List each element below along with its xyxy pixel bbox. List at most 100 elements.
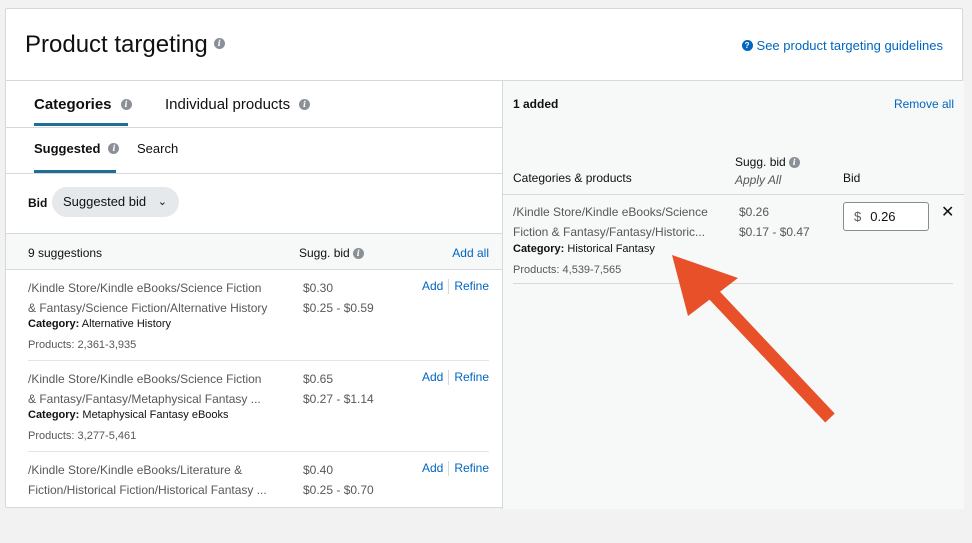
product-count: Products: 3,277-5,461	[28, 430, 137, 442]
sugg-bid-header: Sugg. bid i	[299, 246, 364, 260]
suggested-bid-value: $0.65	[303, 372, 334, 386]
suggested-bid-value: $0.40	[303, 463, 334, 477]
divider	[448, 461, 450, 477]
column-sugg-bid-text: Sugg. bid	[735, 155, 786, 169]
subtab-suggested[interactable]: Suggested i	[34, 141, 120, 156]
category-path-line: Fiction/Historical Fiction/Historical Fa…	[28, 483, 267, 497]
divider	[448, 370, 450, 386]
column-categories-products: Categories & products	[513, 171, 632, 185]
add-all-button[interactable]: Add all	[452, 246, 489, 260]
subtab-search[interactable]: Search	[137, 141, 178, 156]
product-targeting-panel: Product targeting i ? See product targetin…	[5, 8, 964, 509]
sugg-bid-header-text: Sugg. bid	[299, 246, 350, 260]
suggested-bid: $0.40 $0.25 - $0.70	[303, 460, 374, 500]
category-path-line: /Kindle Store/Kindle eBooks/Literature &	[28, 463, 243, 477]
tab-individual-products[interactable]: Individual products i	[165, 96, 311, 113]
active-subtab-indicator	[34, 170, 116, 173]
suggested-bid: $0.30 $0.25 - $0.59	[303, 278, 374, 318]
info-icon[interactable]: i	[299, 98, 311, 110]
info-icon[interactable]: i	[120, 98, 132, 110]
suggestions-header: 9 suggestions Sugg. bid i Add all	[6, 234, 502, 270]
suggestions-list: /Kindle Store/Kindle eBooks/Science Fict…	[6, 270, 502, 543]
category-prefix: Category:	[28, 318, 80, 330]
category-value: Historical Fantasy	[567, 243, 655, 255]
category-path: /Kindle Store/Kindle eBooks/Literature &…	[28, 460, 288, 500]
divider	[448, 279, 450, 295]
category-path-line: /Kindle Store/Kindle eBooks/Science	[513, 205, 708, 219]
guidelines-link-text: See product targeting guidelines	[756, 38, 943, 53]
subtab-suggested-label: Suggested	[34, 141, 101, 156]
category-name: Category: Historical Fantasy	[513, 243, 655, 255]
category-prefix: Category:	[28, 409, 80, 421]
category-path: /Kindle Store/Kindle eBooks/Science Fict…	[28, 369, 288, 409]
currency-symbol: $	[854, 209, 862, 224]
targeting-tabs: Categories i Individual products i	[6, 81, 502, 128]
suggestions-pane: Categories i Individual products i Suggest…	[6, 81, 503, 509]
list-item: /Kindle Store/Kindle eBooks/Literature &…	[28, 452, 489, 543]
product-count: Products: 2,361-3,935	[28, 339, 137, 351]
suggested-bid-range: $0.25 - $0.70	[303, 483, 374, 497]
chevron-down-icon: ⌄	[157, 196, 167, 208]
tab-individual-products-label: Individual products	[165, 96, 291, 113]
info-icon[interactable]: i	[352, 248, 364, 260]
tab-categories[interactable]: Categories i	[34, 96, 132, 113]
list-item: /Kindle Store/Kindle eBooks/Science Fict…	[28, 361, 489, 452]
bid-row: Bid Suggested bid ⌄	[6, 174, 502, 234]
guidelines-link[interactable]: ? See product targeting guidelines	[741, 38, 943, 53]
help-icon: ?	[741, 40, 753, 52]
close-icon[interactable]: ✕	[941, 202, 954, 222]
category-path-line: Fiction & Fantasy/Fantasy/Historic...	[513, 225, 706, 239]
category-name: Category: Alternative History	[28, 318, 171, 330]
bid-input[interactable]	[870, 209, 921, 224]
page-title-text: Product targeting	[25, 31, 208, 58]
added-pane: 1 added Remove all Categories & products…	[503, 81, 964, 509]
add-button[interactable]: Add	[422, 279, 443, 293]
added-header: 1 added Remove all	[503, 81, 964, 128]
suggested-bid-range: $0.17 - $0.47	[739, 225, 810, 239]
info-icon[interactable]: i	[108, 143, 120, 155]
added-item: /Kindle Store/Kindle eBooks/Science Ficti…	[513, 195, 954, 284]
category-name: Category: Metaphysical Fantasy eBooks	[28, 409, 229, 421]
column-bid: Bid	[843, 171, 861, 185]
category-path-line: /Kindle Store/Kindle eBooks/Science Fict…	[28, 372, 262, 386]
suggested-bid-value: $0.26	[739, 205, 770, 219]
product-count: Products: 4,539-7,565	[513, 264, 622, 276]
subtab-search-label: Search	[137, 141, 179, 156]
added-count: 1 added	[513, 97, 559, 111]
page-title: Product targeting i	[25, 31, 225, 59]
info-icon[interactable]: i	[788, 157, 800, 169]
item-actions: Add Refine	[422, 461, 489, 477]
category-path-line: & Fantasy/Fantasy/Metaphysical Fantasy .…	[28, 392, 261, 406]
bid-type-value: Suggested bid	[63, 194, 147, 209]
info-icon[interactable]: i	[213, 38, 225, 50]
bid-type-dropdown[interactable]: Suggested bid ⌄	[52, 187, 179, 217]
panel-header: Product targeting i ? See product targetin…	[6, 9, 962, 81]
refine-button[interactable]: Refine	[454, 461, 489, 475]
list-item: /Kindle Store/Kindle eBooks/Science Fict…	[28, 270, 489, 361]
category-value: Metaphysical Fantasy eBooks	[82, 409, 229, 421]
suggested-bid-value: $0.30	[303, 281, 334, 295]
bid-label: Bid	[28, 196, 48, 210]
added-column-headers: Categories & products Sugg. bid i Apply A…	[503, 128, 964, 195]
add-button[interactable]: Add	[422, 370, 443, 384]
tab-categories-label: Categories	[34, 96, 112, 113]
category-path: /Kindle Store/Kindle eBooks/Science Ficti…	[513, 202, 718, 242]
refine-button[interactable]: Refine	[454, 279, 489, 293]
column-sugg-bid: Sugg. bid i	[735, 155, 800, 169]
category-path-line: /Kindle Store/Kindle eBooks/Science Fict…	[28, 281, 262, 295]
bid-input-field[interactable]: $	[843, 202, 929, 231]
category-subtabs: Suggested i Search	[6, 128, 502, 174]
suggestions-count: 9 suggestions	[28, 246, 103, 260]
suggested-bid: $0.26 $0.17 - $0.47	[739, 202, 810, 242]
suggested-bid-range: $0.25 - $0.59	[303, 301, 374, 315]
active-tab-indicator	[34, 123, 128, 126]
refine-button[interactable]: Refine	[454, 370, 489, 384]
category-value: Alternative History	[81, 318, 172, 330]
apply-all-button[interactable]: Apply All	[735, 173, 781, 187]
category-path-line: & Fantasy/Science Fiction/Alternative Hi…	[28, 301, 268, 315]
remove-all-button[interactable]: Remove all	[894, 97, 954, 111]
add-button[interactable]: Add	[422, 461, 443, 475]
item-actions: Add Refine	[422, 279, 489, 295]
item-actions: Add Refine	[422, 370, 489, 386]
category-path: /Kindle Store/Kindle eBooks/Science Fict…	[28, 278, 288, 318]
